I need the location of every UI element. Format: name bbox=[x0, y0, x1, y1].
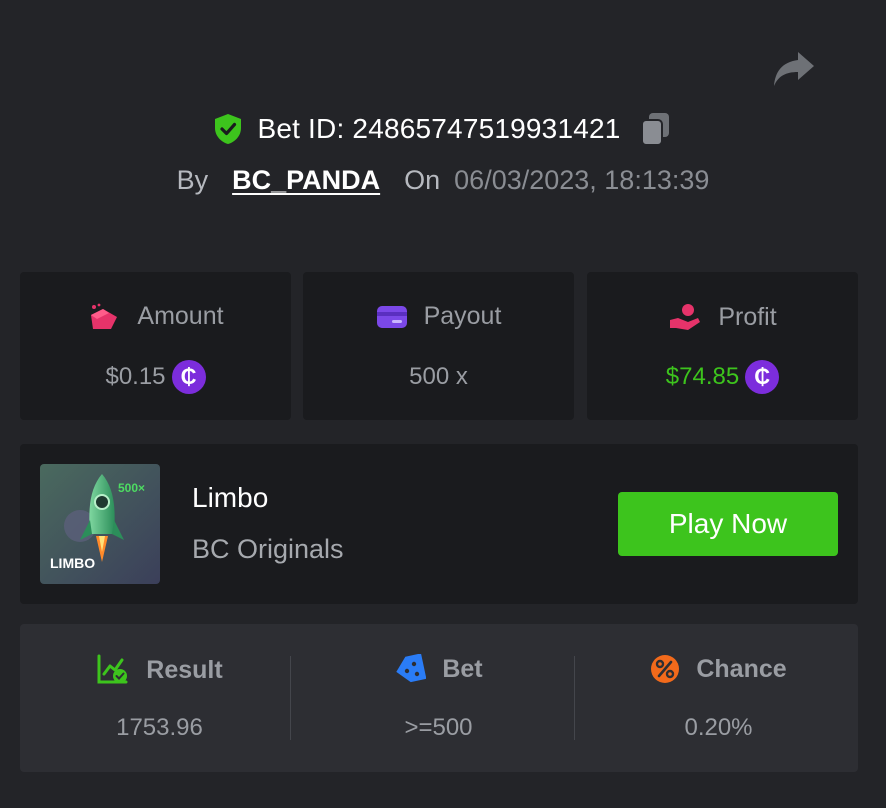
chart-check-icon bbox=[97, 654, 128, 684]
bet-details-card: Result 1753.96 Bet >=500 Chance 0.20% bbox=[20, 624, 858, 772]
share-arrow-icon bbox=[774, 52, 814, 86]
card-icon bbox=[376, 305, 407, 328]
bet-label: Bet bbox=[442, 654, 483, 683]
game-card: 500× LIMBO Limbo BC Originals Play Now bbox=[20, 444, 858, 604]
username-link[interactable]: BC_PANDA bbox=[232, 165, 380, 196]
money-bag-icon bbox=[91, 303, 118, 329]
rocket-image: 500× LIMBO bbox=[40, 464, 160, 584]
amount-label: Amount bbox=[137, 302, 224, 330]
ticket-icon bbox=[396, 654, 427, 683]
game-name[interactable]: Limbo bbox=[192, 482, 268, 514]
amount-value: $0.15 bbox=[105, 363, 166, 390]
result-value: 1753.96 bbox=[116, 714, 203, 741]
bet-meta-row: By BC_PANDA On 06/03/2023, 18:13:39 bbox=[0, 160, 886, 200]
amount-card: Amount $0.15 ₵ bbox=[20, 272, 291, 420]
payout-value: 500 x bbox=[409, 363, 468, 390]
on-label: On bbox=[404, 164, 441, 195]
by-label: By bbox=[176, 164, 209, 195]
coin-icon: ₵ bbox=[745, 360, 780, 394]
verified-shield-icon bbox=[215, 114, 242, 144]
copy-icon[interactable] bbox=[639, 111, 673, 147]
bet-datetime: 06/03/2023, 18:13:39 bbox=[454, 164, 710, 195]
bet-value: >=500 bbox=[404, 714, 473, 741]
payout-label: Payout bbox=[423, 302, 502, 330]
play-now-button[interactable]: Play Now bbox=[618, 492, 838, 556]
profit-card: Profit $74.85 ₵ bbox=[587, 272, 858, 420]
hand-profit-icon bbox=[670, 304, 701, 330]
profit-label: Profit bbox=[718, 302, 777, 331]
bet-column: Bet >=500 bbox=[299, 624, 578, 772]
result-label: Result bbox=[146, 655, 223, 684]
game-thumbnail[interactable]: 500× LIMBO bbox=[40, 464, 160, 584]
chance-value: 0.20% bbox=[684, 714, 753, 741]
game-provider: BC Originals bbox=[192, 534, 344, 564]
column-divider bbox=[574, 656, 575, 740]
chance-label: Chance bbox=[696, 654, 787, 683]
profit-value: $74.85 bbox=[665, 363, 740, 390]
coin-icon: ₵ bbox=[171, 360, 206, 394]
share-button[interactable] bbox=[772, 50, 816, 88]
column-divider bbox=[290, 656, 291, 740]
payout-card: Payout 500 x bbox=[303, 272, 574, 420]
bet-id-text: Bet ID: 248657475199314​21 bbox=[257, 113, 621, 144]
thumb-multiplier: 500× bbox=[118, 481, 145, 495]
result-column: Result 1753.96 bbox=[20, 624, 299, 772]
percent-icon bbox=[651, 655, 680, 683]
bet-id-row: Bet ID: 248657475199314​21 bbox=[0, 108, 886, 150]
thumb-title: LIMBO bbox=[50, 555, 95, 571]
chance-column: Chance 0.20% bbox=[579, 624, 858, 772]
